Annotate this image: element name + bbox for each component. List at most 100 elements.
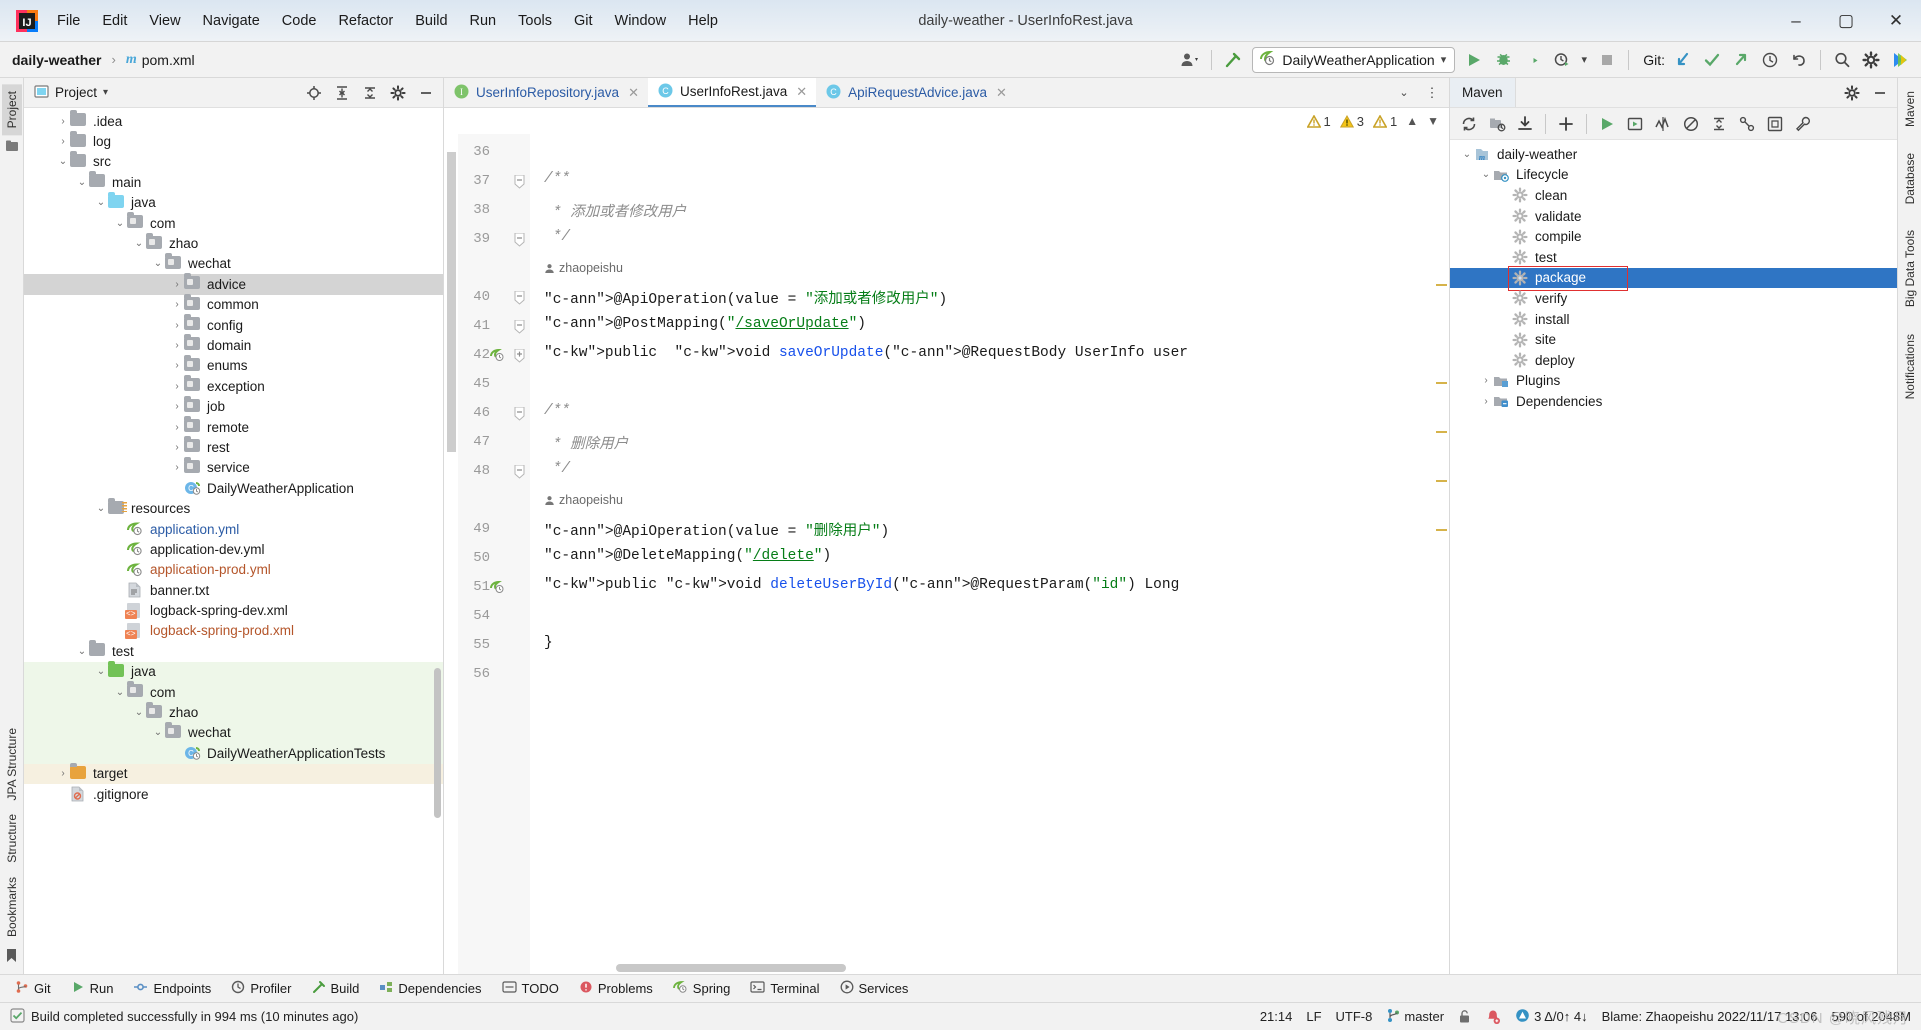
- tree-row[interactable]: .gitignore: [24, 784, 443, 804]
- tree-expand-arrow[interactable]: ›: [56, 116, 70, 127]
- menu-edit[interactable]: Edit: [91, 9, 138, 33]
- git-history-icon[interactable]: [1757, 47, 1783, 73]
- maven-goal-tree[interactable]: ⌄ m daily-weather ⌄ Lifecycle clean validate co…: [1450, 140, 1897, 974]
- tree-row[interactable]: application-prod.yml: [24, 560, 443, 580]
- menu-view[interactable]: View: [138, 9, 191, 33]
- tree-row[interactable]: › log: [24, 130, 443, 151]
- maven-tree-row[interactable]: › Dependencies: [1450, 391, 1897, 412]
- debug-button[interactable]: [1490, 47, 1516, 73]
- status-vcs-changes[interactable]: 3 Δ/0↑ 4↓: [1515, 1008, 1588, 1026]
- maven-tree-row[interactable]: validate: [1450, 206, 1897, 227]
- code-fold-marker[interactable]: [514, 406, 525, 424]
- tree-row[interactable]: C DailyWeatherApplicationTests: [24, 743, 443, 764]
- tree-expand-arrow[interactable]: ›: [170, 462, 184, 473]
- tree-expand-arrow[interactable]: ⌄: [56, 156, 70, 167]
- code-fold-marker[interactable]: [514, 464, 525, 482]
- menu-help[interactable]: Help: [677, 9, 729, 33]
- expand-icon[interactable]: [1762, 111, 1788, 137]
- tool-window-button-build[interactable]: Build: [303, 977, 369, 1000]
- hide-minus-icon[interactable]: [1867, 80, 1893, 106]
- editor-left-scrollbar-thumb[interactable]: [447, 152, 456, 452]
- tool-window-button-profiler[interactable]: Profiler: [222, 977, 300, 1000]
- tree-row[interactable]: ⌄ wechat: [24, 721, 443, 744]
- bottom-tool-window-bar[interactable]: Git Run Endpoints Profiler Build Dependencies…: [0, 974, 1921, 1002]
- maven-tree-row[interactable]: clean: [1450, 185, 1897, 206]
- git-update-icon[interactable]: [1670, 47, 1696, 73]
- tree-row[interactable]: › enums: [24, 354, 443, 376]
- code-line[interactable]: "c-kw">public "c-kw">void deleteUserById…: [544, 577, 1179, 593]
- settings-gear-icon[interactable]: [1839, 80, 1865, 106]
- editor-tab[interactable]: C ApiRequestAdvice.java ✕: [816, 78, 1016, 107]
- toggle-offline-icon[interactable]: [1678, 111, 1704, 137]
- tree-row[interactable]: ⌄ test: [24, 640, 443, 661]
- code-line[interactable]: */: [544, 229, 570, 245]
- tree-expand-arrow[interactable]: ›: [170, 299, 184, 310]
- chevron-down-icon-profiler[interactable]: ▾: [1577, 47, 1591, 73]
- sidebar-item-big-data-tools[interactable]: Big Data Tools: [1900, 223, 1920, 314]
- tool-window-button-todo[interactable]: TODO: [493, 977, 568, 1000]
- tree-row[interactable]: › domain: [24, 334, 443, 355]
- tree-row[interactable]: ⌄ java: [24, 191, 443, 213]
- code-line[interactable]: "c-ann">@ApiOperation(value = "删除用户"): [544, 519, 889, 540]
- git-push-icon[interactable]: [1728, 47, 1754, 73]
- tool-window-button-problems[interactable]: Problems: [570, 977, 662, 1000]
- code-line[interactable]: * 删除用户: [544, 432, 628, 453]
- maven-tree-row[interactable]: ⌄ m daily-weather: [1450, 144, 1897, 165]
- inspection-weak-warning-1[interactable]: 1: [1306, 114, 1331, 129]
- status-branch[interactable]: master: [1386, 1008, 1444, 1026]
- code-line[interactable]: /**: [544, 171, 570, 187]
- tree-expand-arrow[interactable]: ›: [170, 381, 184, 392]
- tree-expand-arrow[interactable]: ⌄: [132, 238, 146, 249]
- build-hammer-icon[interactable]: [1220, 47, 1246, 73]
- code-line[interactable]: "c-ann">@PostMapping("/saveOrUpdate"): [544, 316, 866, 332]
- expand-all-icon[interactable]: [329, 80, 355, 106]
- tree-row[interactable]: C DailyWeatherApplication: [24, 478, 443, 498]
- tree-expand-arrow[interactable]: ›: [170, 320, 184, 331]
- maven-tree-row[interactable]: install: [1450, 309, 1897, 330]
- tree-row[interactable]: banner.txt: [24, 580, 443, 600]
- tree-row[interactable]: › exception: [24, 375, 443, 396]
- tree-row[interactable]: › rest: [24, 436, 443, 457]
- user-avatar-icon[interactable]: [1177, 47, 1203, 73]
- inspection-next-button[interactable]: ▼: [1427, 114, 1439, 128]
- toggle-skip-tests-icon[interactable]: [1650, 111, 1676, 137]
- error-bell-icon[interactable]: [1485, 1009, 1501, 1025]
- tree-expand-arrow[interactable]: ⌄: [132, 707, 146, 718]
- close-button[interactable]: ✕: [1871, 0, 1921, 42]
- tree-row[interactable]: application-dev.yml: [24, 539, 443, 559]
- hide-minus-icon[interactable]: [413, 80, 439, 106]
- tree-row[interactable]: ⌄ src: [24, 150, 443, 172]
- tree-row[interactable]: › .idea: [24, 110, 443, 131]
- tree-row[interactable]: ⌄ wechat: [24, 252, 443, 274]
- editor-code-content[interactable]: /** * 添加或者修改用户 */ zhaopeishu "c-ann">@ApiO…: [530, 134, 1449, 974]
- tree-expand-arrow[interactable]: ⌄: [94, 666, 108, 677]
- tree-expand-arrow[interactable]: ⌄: [75, 177, 89, 188]
- settings-gear-icon[interactable]: [1858, 47, 1884, 73]
- status-encoding[interactable]: UTF-8: [1336, 1009, 1373, 1024]
- code-line[interactable]: "c-ann">@DeleteMapping("/delete"): [544, 548, 831, 564]
- menu-git[interactable]: Git: [563, 9, 604, 33]
- code-editor[interactable]: 36 37 38 39 40 41 42 45 46 47 48 49 50 51 54 55 56 /** *…: [444, 134, 1449, 974]
- tool-window-button-dependencies[interactable]: Dependencies: [370, 977, 490, 1000]
- ide-features-icon[interactable]: [1887, 47, 1913, 73]
- search-everywhere-icon[interactable]: [1829, 47, 1855, 73]
- show-dependencies-icon[interactable]: [1734, 111, 1760, 137]
- tree-row[interactable]: ⌄ zhao: [24, 232, 443, 253]
- reload-all-icon[interactable]: [1456, 111, 1482, 137]
- run-with-coverage-button[interactable]: [1519, 47, 1545, 73]
- tool-window-button-spring[interactable]: Spring: [664, 977, 740, 1000]
- collapse-all-icon[interactable]: [357, 80, 383, 106]
- editor-gutter[interactable]: 36 37 38 39 40 41 42 45 46 47 48 49 50 51 54 55 56: [458, 134, 530, 974]
- code-fold-marker[interactable]: [514, 174, 525, 192]
- tree-expand-arrow[interactable]: ›: [1479, 375, 1493, 386]
- tree-row[interactable]: ⌄ com: [24, 212, 443, 233]
- breadcrumb-file[interactable]: m pom.xml: [122, 50, 199, 70]
- code-line[interactable]: /**: [544, 403, 570, 419]
- tree-row[interactable]: › service: [24, 456, 443, 478]
- code-line[interactable]: "c-kw">public "c-kw">void saveOrUpdate("…: [544, 345, 1188, 361]
- minimize-button[interactable]: –: [1771, 0, 1821, 42]
- tree-expand-arrow[interactable]: ›: [1479, 396, 1493, 407]
- tree-expand-arrow[interactable]: ›: [56, 768, 70, 779]
- collapse-all-icon[interactable]: [1706, 111, 1732, 137]
- execute-goal-icon[interactable]: [1622, 111, 1648, 137]
